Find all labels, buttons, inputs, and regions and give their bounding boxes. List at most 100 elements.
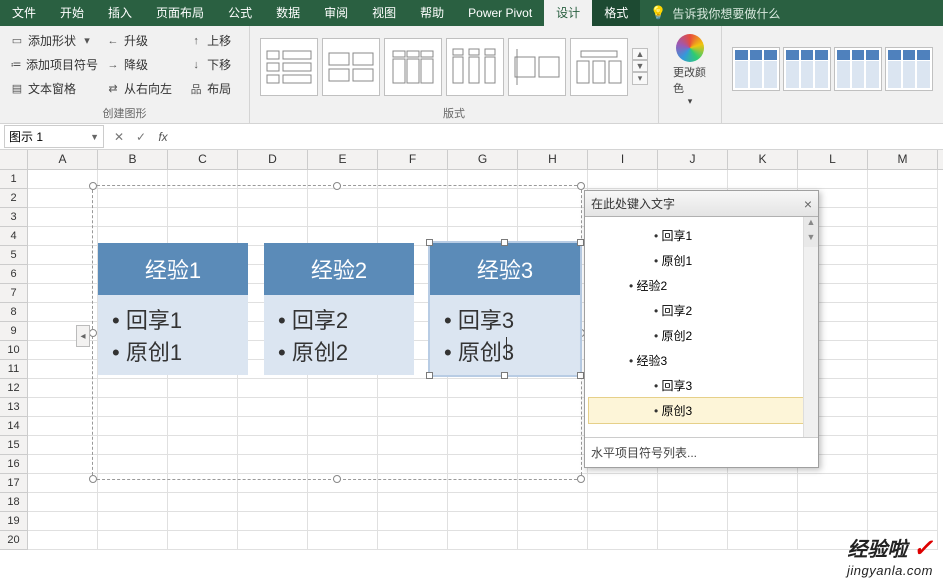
select-all-corner[interactable] bbox=[0, 150, 28, 169]
cell[interactable] bbox=[378, 531, 448, 550]
cell[interactable] bbox=[798, 493, 868, 512]
tab-format[interactable]: 格式 bbox=[592, 0, 640, 26]
col-header[interactable]: J bbox=[658, 150, 728, 169]
col-header[interactable]: D bbox=[238, 150, 308, 169]
outline-item[interactable]: 经验3 bbox=[589, 348, 814, 373]
text-pane[interactable]: 在此处键入文字 × 回享1原创1经验2回享2原创2经验3回享3原创3 ▲ ▼ 水… bbox=[584, 190, 819, 468]
cell[interactable] bbox=[238, 531, 308, 550]
cell[interactable] bbox=[868, 170, 938, 189]
cell[interactable] bbox=[98, 531, 168, 550]
col-header[interactable]: A bbox=[28, 150, 98, 169]
cell[interactable] bbox=[28, 512, 98, 531]
row-header[interactable]: 3 bbox=[0, 208, 28, 227]
row-header[interactable]: 5 bbox=[0, 246, 28, 265]
cell[interactable] bbox=[588, 531, 658, 550]
text-pane-footer[interactable]: 水平项目符号列表... bbox=[585, 437, 818, 467]
cell[interactable] bbox=[868, 227, 938, 246]
outline-item[interactable]: 原创1 bbox=[589, 248, 814, 273]
cell[interactable] bbox=[28, 398, 98, 417]
cell[interactable] bbox=[728, 512, 798, 531]
cell[interactable] bbox=[798, 512, 868, 531]
cell[interactable] bbox=[588, 493, 658, 512]
col-header[interactable]: B bbox=[98, 150, 168, 169]
row-header[interactable]: 11 bbox=[0, 360, 28, 379]
text-pane-button[interactable]: ▤文本窗格 bbox=[6, 78, 102, 99]
col-header[interactable]: L bbox=[798, 150, 868, 169]
cell[interactable] bbox=[308, 493, 378, 512]
cell[interactable] bbox=[868, 512, 938, 531]
tab-review[interactable]: 审阅 bbox=[312, 0, 360, 26]
shape-handle[interactable] bbox=[426, 239, 433, 246]
row-header[interactable]: 16 bbox=[0, 455, 28, 474]
tab-help[interactable]: 帮助 bbox=[408, 0, 456, 26]
promote-button[interactable]: ←升级 bbox=[102, 30, 185, 51]
cell[interactable] bbox=[868, 284, 938, 303]
add-shape-button[interactable]: ▭添加形状▾ bbox=[6, 30, 102, 51]
formula-input[interactable] bbox=[174, 128, 943, 146]
smartart-card[interactable]: 经验1 回享1 原创1 bbox=[98, 243, 248, 375]
smartart-object[interactable]: ◂ 经验1 回享1 原创1 经验2 回享2 原创2 经验3 回享3 原创3 bbox=[92, 185, 582, 480]
resize-handle[interactable] bbox=[577, 475, 585, 483]
layout-thumb[interactable] bbox=[508, 38, 566, 96]
cell[interactable] bbox=[448, 512, 518, 531]
text-pane-toggle[interactable]: ◂ bbox=[76, 325, 90, 347]
smartart-card-selected[interactable]: 经验3 回享3 原创3 bbox=[430, 243, 580, 375]
row-header[interactable]: 18 bbox=[0, 493, 28, 512]
text-pane-scrollbar[interactable]: ▲ ▼ bbox=[803, 217, 818, 437]
tab-formulas[interactable]: 公式 bbox=[216, 0, 264, 26]
tab-powerpivot[interactable]: Power Pivot bbox=[456, 0, 544, 26]
cell[interactable] bbox=[28, 379, 98, 398]
row-header[interactable]: 20 bbox=[0, 531, 28, 550]
cell[interactable] bbox=[28, 455, 98, 474]
cell[interactable] bbox=[168, 493, 238, 512]
cell[interactable] bbox=[658, 170, 728, 189]
outline-item[interactable]: 经验2 bbox=[589, 273, 814, 298]
cell[interactable] bbox=[868, 379, 938, 398]
cell[interactable] bbox=[28, 170, 98, 189]
cell[interactable] bbox=[28, 531, 98, 550]
cell[interactable] bbox=[798, 170, 868, 189]
cell[interactable] bbox=[868, 493, 938, 512]
cell[interactable] bbox=[868, 303, 938, 322]
cell[interactable] bbox=[28, 436, 98, 455]
layout-thumb[interactable] bbox=[446, 38, 504, 96]
outline-item[interactable]: 回享1 bbox=[589, 223, 814, 248]
cell[interactable] bbox=[28, 303, 98, 322]
rtl-button[interactable]: ⇄从右向左 bbox=[102, 78, 185, 99]
outline-item[interactable]: 原创3 bbox=[589, 398, 814, 423]
style-thumb[interactable] bbox=[885, 47, 933, 91]
confirm-button[interactable]: ✓ bbox=[130, 130, 152, 144]
move-up-button[interactable]: ↑上移 bbox=[185, 30, 243, 51]
cell[interactable] bbox=[28, 265, 98, 284]
cell[interactable] bbox=[658, 493, 728, 512]
col-header[interactable]: E bbox=[308, 150, 378, 169]
row-header[interactable]: 2 bbox=[0, 189, 28, 208]
cell[interactable] bbox=[238, 493, 308, 512]
cell[interactable] bbox=[308, 531, 378, 550]
cell[interactable] bbox=[28, 360, 98, 379]
cell[interactable] bbox=[98, 512, 168, 531]
cell[interactable] bbox=[98, 493, 168, 512]
cell[interactable] bbox=[588, 170, 658, 189]
row-header[interactable]: 8 bbox=[0, 303, 28, 322]
row-header[interactable]: 13 bbox=[0, 398, 28, 417]
layout-thumb[interactable] bbox=[322, 38, 380, 96]
cell[interactable] bbox=[448, 493, 518, 512]
scroll-down-icon[interactable]: ▼ bbox=[804, 232, 818, 247]
gallery-down-button[interactable]: ▼ bbox=[632, 60, 648, 72]
col-header[interactable]: H bbox=[518, 150, 588, 169]
cell[interactable] bbox=[28, 474, 98, 493]
tab-file[interactable]: 文件 bbox=[0, 0, 48, 26]
scroll-up-icon[interactable]: ▲ bbox=[804, 217, 818, 232]
row-header[interactable]: 6 bbox=[0, 265, 28, 284]
row-header[interactable]: 19 bbox=[0, 512, 28, 531]
cell[interactable] bbox=[518, 531, 588, 550]
tell-me-search[interactable]: 💡 告诉我你想要做什么 bbox=[640, 5, 780, 22]
cell[interactable] bbox=[588, 512, 658, 531]
style-thumb[interactable] bbox=[732, 47, 780, 91]
cell[interactable] bbox=[28, 284, 98, 303]
resize-handle[interactable] bbox=[333, 182, 341, 190]
resize-handle[interactable] bbox=[577, 182, 585, 190]
text-pane-header[interactable]: 在此处键入文字 × bbox=[585, 191, 818, 217]
cell[interactable] bbox=[868, 322, 938, 341]
